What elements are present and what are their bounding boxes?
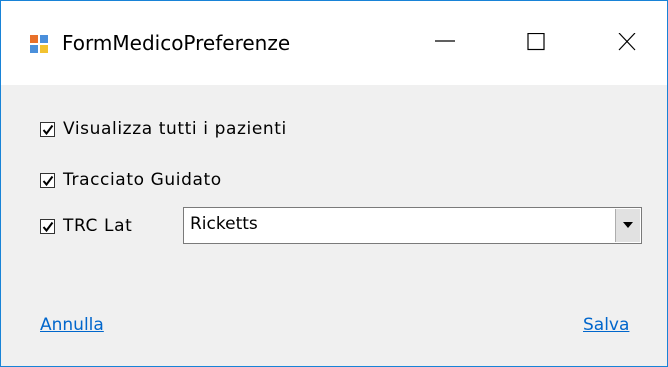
trc-lat-option[interactable]: TRC Lat (40, 214, 132, 238)
guided-tracing-option[interactable]: Tracciato Guidato (40, 168, 222, 192)
trc-lat-label[interactable]: TRC Lat (63, 216, 132, 236)
preferences-window: FormMedicoPreferenze Visualizza tutti i … (0, 0, 668, 367)
checkmark-icon (42, 124, 54, 135)
guided-tracing-checkbox[interactable] (40, 172, 55, 188)
guided-tracing-label[interactable]: Tracciato Guidato (63, 170, 222, 190)
trc-lat-checkbox[interactable] (40, 218, 55, 234)
trc-lat-selected-value: Ricketts (190, 214, 258, 234)
close-button[interactable] (597, 20, 657, 66)
close-icon (618, 33, 636, 51)
save-link[interactable]: Salva (583, 315, 629, 335)
app-icon[interactable] (30, 35, 48, 53)
dropdown-arrow-icon (623, 222, 633, 228)
client-area: Visualizza tutti i pazienti Tracciato Gu… (1, 85, 667, 366)
trc-lat-combobox[interactable]: Ricketts (183, 207, 642, 244)
maximize-button[interactable] (506, 20, 566, 66)
checkmark-icon (42, 175, 54, 186)
dropdown-button[interactable] (615, 209, 640, 242)
minimize-button[interactable] (415, 20, 475, 66)
maximize-icon (527, 33, 545, 51)
show-all-patients-option[interactable]: Visualizza tutti i pazienti (40, 117, 287, 141)
show-all-patients-checkbox[interactable] (40, 121, 55, 137)
checkmark-icon (42, 221, 54, 232)
window-title: FormMedicoPreferenze (62, 31, 291, 55)
show-all-patients-label[interactable]: Visualizza tutti i pazienti (63, 119, 287, 139)
minimize-icon (435, 40, 455, 42)
title-bar[interactable]: FormMedicoPreferenze (1, 1, 667, 85)
cancel-link[interactable]: Annulla (40, 315, 104, 335)
